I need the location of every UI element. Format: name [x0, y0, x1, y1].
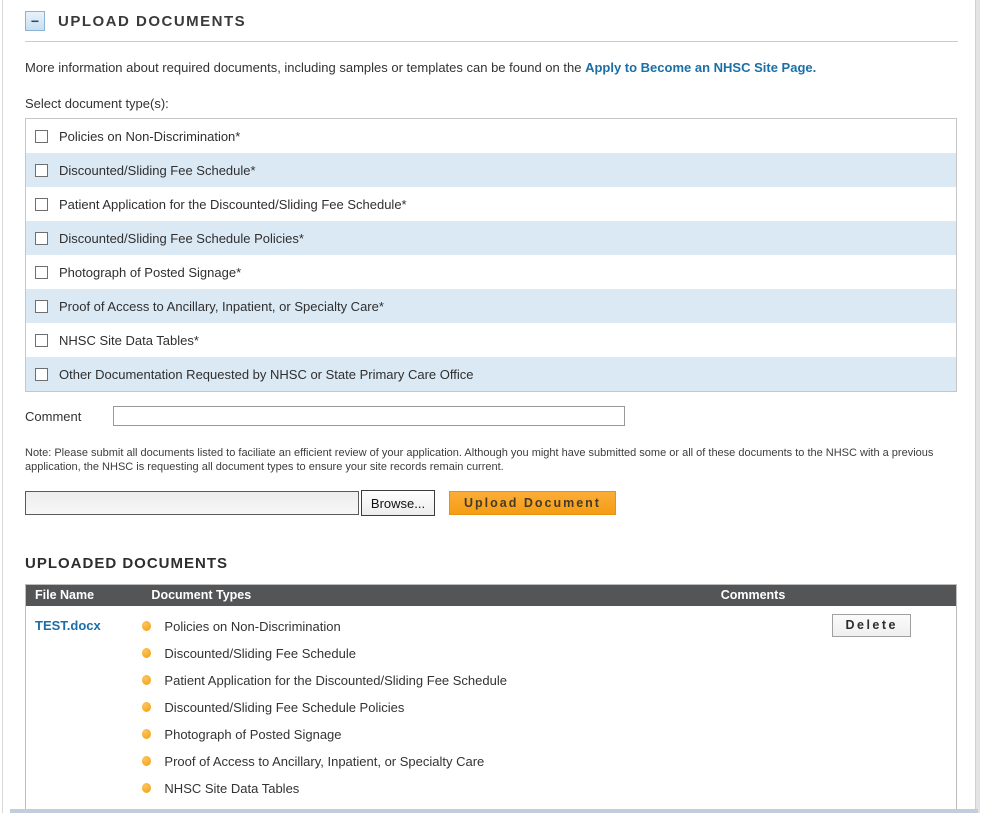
uploaded-file-name[interactable]: TEST.docx — [26, 606, 143, 813]
comments-cell: Delete — [712, 606, 957, 813]
document-type-row: NHSC Site Data Tables* — [26, 323, 956, 357]
document-type-checkbox[interactable] — [35, 232, 48, 245]
comment-input[interactable] — [113, 406, 625, 426]
header-divider — [25, 41, 958, 42]
bullet-icon — [142, 756, 151, 766]
uploaded-document-type-item: Policies on Non-Discrimination — [142, 613, 711, 640]
document-type-label: Patient Application for the Discounted/S… — [59, 197, 407, 212]
bullet-icon — [142, 648, 151, 658]
column-header-file-name: File Name — [26, 585, 143, 606]
document-type-checkbox[interactable] — [35, 266, 48, 279]
upload-documents-section: − UPLOAD DOCUMENTS More information abou… — [0, 0, 986, 813]
document-type-row: Other Documentation Requested by NHSC or… — [26, 357, 956, 391]
section-header: − UPLOAD DOCUMENTS — [25, 11, 958, 31]
uploaded-document-type-item: Proof of Access to Ancillary, Inpatient,… — [142, 748, 711, 775]
upload-document-button[interactable]: Upload Document — [449, 491, 616, 515]
document-type-label: Discounted/Sliding Fee Schedule Policies… — [59, 231, 304, 246]
uploaded-document-types-cell: Policies on Non-Discrimination Discounted… — [142, 606, 711, 813]
document-type-row: Policies on Non-Discrimination* — [26, 119, 956, 153]
intro-period: . — [813, 60, 817, 75]
document-type-checkbox[interactable] — [35, 334, 48, 347]
uploaded-document-type-label: Photograph of Posted Signage — [164, 727, 341, 742]
document-type-checkbox[interactable] — [35, 300, 48, 313]
document-type-checkbox[interactable] — [35, 130, 48, 143]
intro-text: More information about required document… — [25, 60, 585, 75]
uploaded-document-type-label: Discounted/Sliding Fee Schedule — [164, 646, 356, 661]
table-header-row: File Name Document Types Comments — [26, 585, 957, 606]
bullet-icon — [142, 729, 151, 739]
document-type-checkbox[interactable] — [35, 164, 48, 177]
bullet-icon — [142, 675, 151, 685]
footer-bar — [10, 809, 978, 813]
delete-button[interactable]: Delete — [832, 614, 911, 637]
uploaded-document-type-item: Patient Application for the Discounted/S… — [142, 667, 711, 694]
uploaded-document-type-label: Policies on Non-Discrimination — [164, 619, 340, 634]
document-type-checkbox[interactable] — [35, 368, 48, 381]
uploaded-document-type-label: NHSC Site Data Tables — [164, 781, 299, 796]
uploaded-document-type-item: NHSC Site Data Tables — [142, 775, 711, 802]
document-type-label: Photograph of Posted Signage* — [59, 265, 241, 280]
document-type-row: Patient Application for the Discounted/S… — [26, 187, 956, 221]
bullet-icon — [142, 621, 151, 631]
uploaded-document-type-label: Discounted/Sliding Fee Schedule Policies — [164, 700, 404, 715]
uploaded-documents-table: File Name Document Types Comments TEST.d… — [25, 584, 957, 813]
document-type-list: Policies on Non-Discrimination* Discounte… — [25, 118, 957, 392]
uploaded-documents-title: UPLOADED DOCUMENTS — [25, 555, 958, 572]
uploaded-document-types-list: Policies on Non-Discrimination Discounted… — [142, 613, 711, 802]
table-row: TEST.docx Policies on Non-Discrimination… — [26, 606, 957, 813]
select-document-types-label: Select document type(s): — [25, 96, 958, 111]
document-type-row: Photograph of Posted Signage* — [26, 255, 956, 289]
document-type-label: Policies on Non-Discrimination* — [59, 129, 240, 144]
document-type-checkbox[interactable] — [35, 198, 48, 211]
document-type-label: Proof of Access to Ancillary, Inpatient,… — [59, 299, 384, 314]
intro-paragraph: More information about required document… — [25, 60, 958, 75]
uploaded-document-type-label: Proof of Access to Ancillary, Inpatient,… — [164, 754, 484, 769]
uploaded-document-type-label: Patient Application for the Discounted/S… — [164, 673, 507, 688]
column-header-comments: Comments — [712, 585, 957, 606]
page-title: UPLOAD DOCUMENTS — [58, 13, 246, 30]
document-type-row: Proof of Access to Ancillary, Inpatient,… — [26, 289, 956, 323]
bullet-icon — [142, 783, 151, 793]
uploaded-document-type-item: Discounted/Sliding Fee Schedule — [142, 640, 711, 667]
page: − UPLOAD DOCUMENTS More information abou… — [0, 0, 986, 813]
document-type-label: Discounted/Sliding Fee Schedule* — [59, 163, 256, 178]
column-header-document-types: Document Types — [142, 585, 711, 606]
file-upload-row: Browse... Upload Document — [25, 490, 958, 516]
collapse-minus-icon[interactable]: − — [25, 11, 45, 31]
file-path-input[interactable] — [25, 491, 359, 515]
comment-row: Comment — [25, 406, 958, 426]
document-type-row: Discounted/Sliding Fee Schedule* — [26, 153, 956, 187]
document-type-row: Discounted/Sliding Fee Schedule Policies… — [26, 221, 956, 255]
nhsc-site-page-link[interactable]: Apply to Become an NHSC Site Page — [585, 60, 813, 75]
browse-button[interactable]: Browse... — [361, 490, 435, 516]
document-type-label: NHSC Site Data Tables* — [59, 333, 199, 348]
document-type-label: Other Documentation Requested by NHSC or… — [59, 367, 474, 382]
uploaded-document-type-item: Discounted/Sliding Fee Schedule Policies — [142, 694, 711, 721]
note-text: Note: Please submit all documents listed… — [25, 446, 955, 474]
bullet-icon — [142, 702, 151, 712]
comment-label: Comment — [25, 409, 113, 424]
uploaded-document-type-item: Photograph of Posted Signage — [142, 721, 711, 748]
